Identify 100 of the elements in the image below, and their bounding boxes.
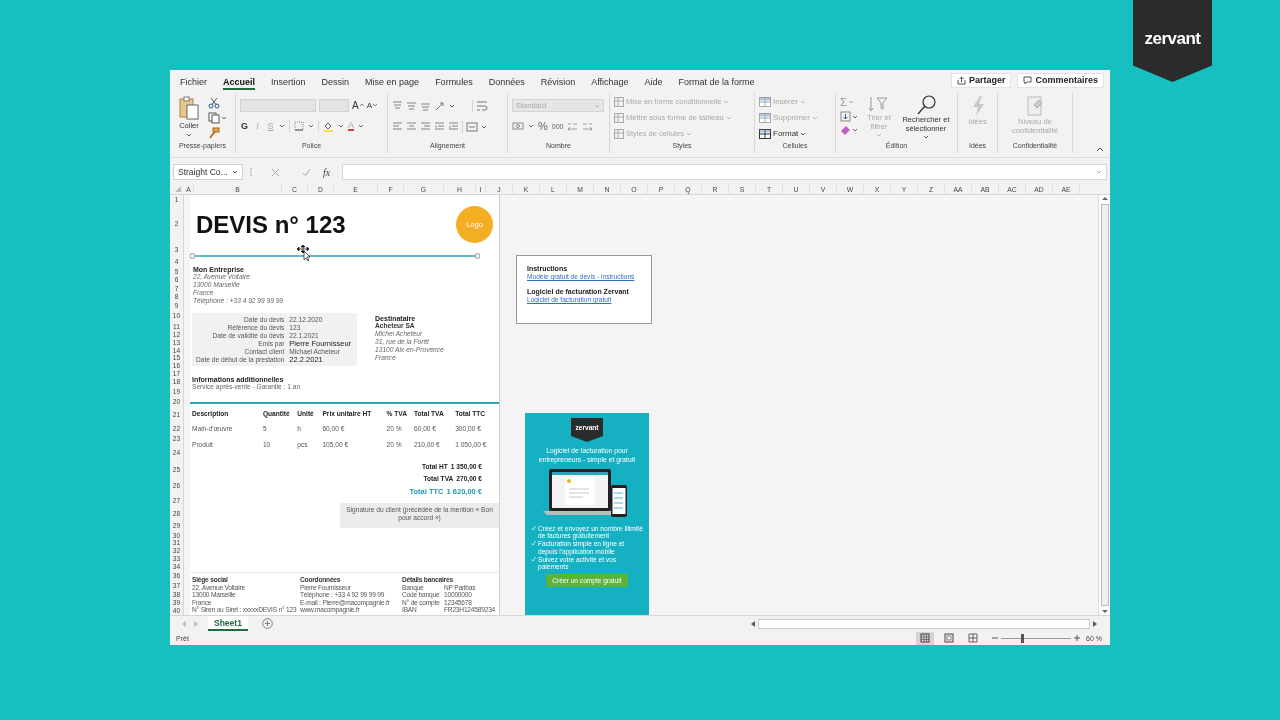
- share-button[interactable]: Partager: [950, 72, 1012, 88]
- next-sheet-icon[interactable]: [193, 620, 198, 627]
- menu-tab[interactable]: Mise en page: [365, 70, 420, 90]
- caret-icon: [876, 132, 882, 139]
- menu-tab[interactable]: Fichier: [180, 70, 207, 90]
- menu-tab[interactable]: Aide: [644, 70, 663, 90]
- caret-icon: [449, 103, 455, 109]
- selected-line-drawing[interactable]: [190, 252, 480, 260]
- format-button[interactable]: Format: [759, 127, 818, 140]
- document-tag-icon: [1026, 95, 1044, 117]
- comment-icon: [1023, 75, 1033, 85]
- align-left-icon: [392, 122, 403, 132]
- comments-button[interactable]: Commentaires: [1017, 72, 1104, 88]
- table-icon: [614, 96, 624, 107]
- merge-cells-icon: [466, 122, 478, 132]
- fill-down-icon[interactable]: [840, 111, 851, 122]
- clipboard-icon: [178, 95, 200, 121]
- page-layout-icon: [944, 633, 955, 643]
- align-bottom-icon: [420, 101, 431, 111]
- copy-icon[interactable]: [208, 112, 220, 124]
- caret-icon: [308, 123, 314, 129]
- menu-tab[interactable]: Données: [488, 70, 525, 90]
- indent-icon: [448, 122, 459, 132]
- caret-icon: [811, 114, 818, 121]
- scroll-left-icon[interactable]: [750, 619, 756, 628]
- view-button[interactable]: [916, 631, 935, 645]
- check-icon[interactable]: [302, 167, 311, 177]
- vertical-scrollbar[interactable]: [1098, 195, 1110, 615]
- fill-color-icon[interactable]: [323, 120, 334, 132]
- table-icon: [614, 112, 624, 123]
- sort-filter-icon: [868, 95, 890, 113]
- caret-icon: [279, 123, 285, 129]
- caret-icon: [221, 115, 227, 121]
- previous-sheet-icon[interactable]: [182, 620, 187, 627]
- menu-tab[interactable]: Dessin: [321, 70, 350, 90]
- add-sheet-icon[interactable]: [261, 618, 273, 629]
- table-icon: [614, 128, 624, 139]
- grid-icon: [759, 128, 771, 139]
- grow-font-button[interactable]: A: [352, 99, 364, 111]
- brush-icon[interactable]: [208, 127, 220, 139]
- increase-decimal-icon[interactable]: [567, 121, 579, 131]
- menu-tab[interactable]: Accueil: [223, 70, 256, 90]
- wrap-text-icon: [476, 100, 488, 112]
- align-top-icon: [392, 101, 403, 111]
- scroll-right-icon[interactable]: [1092, 619, 1098, 628]
- align-middle-icon: [406, 101, 417, 111]
- shrink-font-button[interactable]: A: [366, 100, 377, 110]
- menu-tab[interactable]: Formules: [435, 70, 473, 90]
- page-break-icon: [968, 633, 979, 643]
- menu-tab[interactable]: Insertion: [271, 70, 306, 90]
- check-icon: [531, 540, 536, 547]
- menu-tab[interactable]: Révision: [540, 70, 576, 90]
- share-icon: [956, 75, 966, 85]
- cut-icon[interactable]: [208, 97, 220, 109]
- check-icon: [531, 555, 536, 562]
- percent-button[interactable]: %: [538, 120, 548, 132]
- grid-icon: [759, 112, 771, 123]
- search-icon: [915, 95, 937, 115]
- zoom-out-icon[interactable]: [992, 635, 999, 641]
- more-icon: [249, 167, 253, 177]
- move-cursor-icon: [296, 245, 310, 261]
- caret-icon: [358, 123, 364, 129]
- menu-tab[interactable]: Affichage: [591, 70, 629, 90]
- grid-icon: [759, 96, 771, 107]
- align-right-icon: [420, 122, 431, 132]
- eraser-icon[interactable]: [840, 124, 851, 135]
- quote-title: DEVIS n° 123: [196, 210, 346, 239]
- caret-icon: [723, 98, 730, 105]
- menu-tab[interactable]: Format de la forme: [678, 70, 755, 90]
- orientation-icon: [434, 101, 446, 111]
- zoom-in-icon[interactable]: [1074, 635, 1081, 641]
- caret-icon: [923, 134, 929, 141]
- function-button[interactable]: fx: [323, 166, 331, 178]
- caret-icon: [481, 124, 487, 130]
- outdent-icon: [434, 122, 445, 132]
- caret-icon: [186, 131, 192, 138]
- caret-icon: [800, 130, 807, 137]
- formula-field[interactable]: [342, 164, 1107, 180]
- borders-icon[interactable]: [294, 121, 304, 131]
- slider-thumb[interactable]: [1020, 633, 1024, 643]
- collapse-ribbon-icon[interactable]: [1096, 146, 1104, 152]
- cancel-icon[interactable]: [271, 167, 280, 177]
- align-center-icon: [406, 122, 417, 132]
- caret-icon: [528, 123, 534, 129]
- brand-name: zervant: [1144, 29, 1201, 49]
- decrease-decimal-icon[interactable]: [582, 121, 594, 131]
- sheet-tab[interactable]: Sheet1: [208, 616, 248, 631]
- normal-view-icon: [920, 633, 931, 643]
- caret-icon: [847, 99, 854, 105]
- check-icon: [531, 525, 536, 531]
- expand-icon: [1096, 169, 1102, 175]
- caret-icon: [594, 102, 600, 109]
- name-box[interactable]: Straight Co...: [173, 164, 243, 180]
- bold-button[interactable]: G: [240, 121, 249, 131]
- caret-icon: [799, 98, 806, 105]
- caret-icon: [725, 114, 732, 121]
- caret-icon: [685, 130, 692, 137]
- currency-icon[interactable]: [512, 121, 524, 131]
- caret-icon: [338, 123, 344, 129]
- caret-icon: [232, 169, 238, 175]
